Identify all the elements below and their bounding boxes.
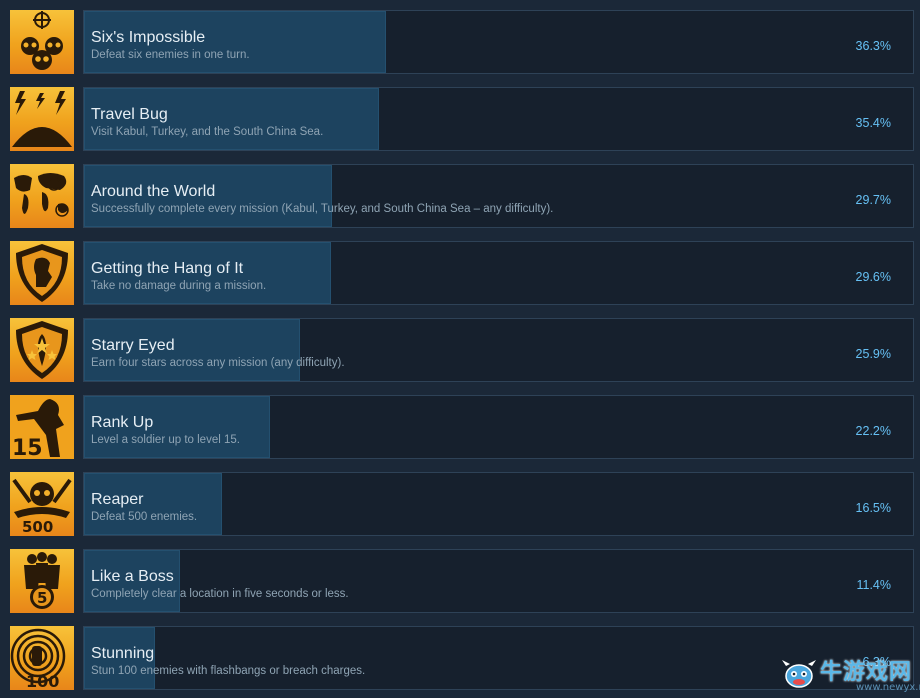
achievement-percent: 11.4% (856, 578, 891, 592)
achievement-description: Earn four stars across any mission (any … (91, 357, 345, 369)
achievement-panel: Starry Eyed Earn four stars across any mi… (83, 318, 914, 382)
rank-15-icon: 15 (10, 395, 74, 459)
achievement-row: 5 Like a Boss Completely clear a location … (9, 549, 914, 613)
achievement-title: Around the World (91, 183, 216, 200)
shield-stars-icon (10, 318, 74, 382)
achievement-description: Defeat 500 enemies. (91, 511, 198, 523)
achievement-percent: 29.7% (855, 193, 891, 207)
achievement-title: Like a Boss (91, 568, 174, 585)
achievement-description: Take no damage during a mission. (91, 280, 267, 292)
svg-text:15: 15 (12, 436, 43, 459)
achievement-percent: 16.5% (855, 501, 891, 515)
achievement-panel: Like a Boss Completely clear a location i… (83, 549, 914, 613)
svg-text:5: 5 (37, 589, 47, 607)
achievement-row: Around the World Successfully complete ev… (9, 164, 914, 228)
achievement-panel: Around the World Successfully complete ev… (83, 164, 914, 228)
achievement-panel: Reaper Defeat 500 enemies. 16.5% (83, 472, 914, 536)
achievement-description: Stun 100 enemies with flashbangs or brea… (91, 665, 366, 677)
achievement-description: Level a soldier up to level 15. (91, 434, 240, 446)
world-map-icon (10, 164, 74, 228)
achievement-title: Reaper (91, 491, 144, 508)
squad-5-icon: 5 (10, 549, 74, 613)
achievement-percent: 25.9% (855, 347, 891, 361)
achievement-percent: 29.6% (855, 270, 891, 284)
svg-text:500: 500 (22, 518, 53, 536)
achievement-percent: 22.2% (855, 424, 891, 438)
achievement-row: Six's Impossible Defeat six enemies in on… (9, 10, 914, 74)
skulls-icon (10, 10, 74, 74)
shield-soldier-icon (10, 241, 74, 305)
flashbang-100-icon: 100 (10, 626, 74, 690)
watermark: 牛游戏网 www.newyx.net (776, 650, 920, 698)
watermark-url: www.newyx.net (856, 682, 920, 693)
globe-lightning-icon (10, 87, 74, 151)
svg-text:100: 100 (26, 672, 59, 690)
achievement-row: 15 Rank Up Level a soldier up to level 15.… (9, 395, 914, 459)
achievement-percent: 36.3% (855, 39, 891, 53)
achievement-title: Starry Eyed (91, 337, 175, 354)
achievement-percent: 35.4% (855, 116, 891, 130)
achievement-title: Rank Up (91, 414, 154, 431)
achievement-title: Travel Bug (91, 106, 168, 123)
achievement-description: Visit Kabul, Turkey, and the South China… (91, 126, 324, 138)
achievement-title: Getting the Hang of It (91, 260, 244, 277)
achievement-title: Stunning (91, 645, 155, 662)
achievement-row: Starry Eyed Earn four stars across any mi… (9, 318, 914, 382)
achievement-title: Six's Impossible (91, 29, 206, 46)
achievement-panel: Six's Impossible Defeat six enemies in on… (83, 10, 914, 74)
achievement-row: 500 Reaper Defeat 500 enemies. 16.5% (9, 472, 914, 536)
achievement-panel: Travel Bug Visit Kabul, Turkey, and the S… (83, 87, 914, 151)
achievement-description: Successfully complete every mission (Kab… (91, 203, 554, 215)
achievement-panel: Getting the Hang of It Take no damage dur… (83, 241, 914, 305)
achievement-row: Travel Bug Visit Kabul, Turkey, and the S… (9, 87, 914, 151)
achievement-description: Completely clear a location in five seco… (91, 588, 349, 600)
achievement-row: Getting the Hang of It Take no damage dur… (9, 241, 914, 305)
achievement-panel: Rank Up Level a soldier up to level 15. 22… (83, 395, 914, 459)
skull-500-icon: 500 (10, 472, 74, 536)
cow-logo-icon (782, 660, 816, 688)
achievement-description: Defeat six enemies in one turn. (91, 49, 250, 61)
